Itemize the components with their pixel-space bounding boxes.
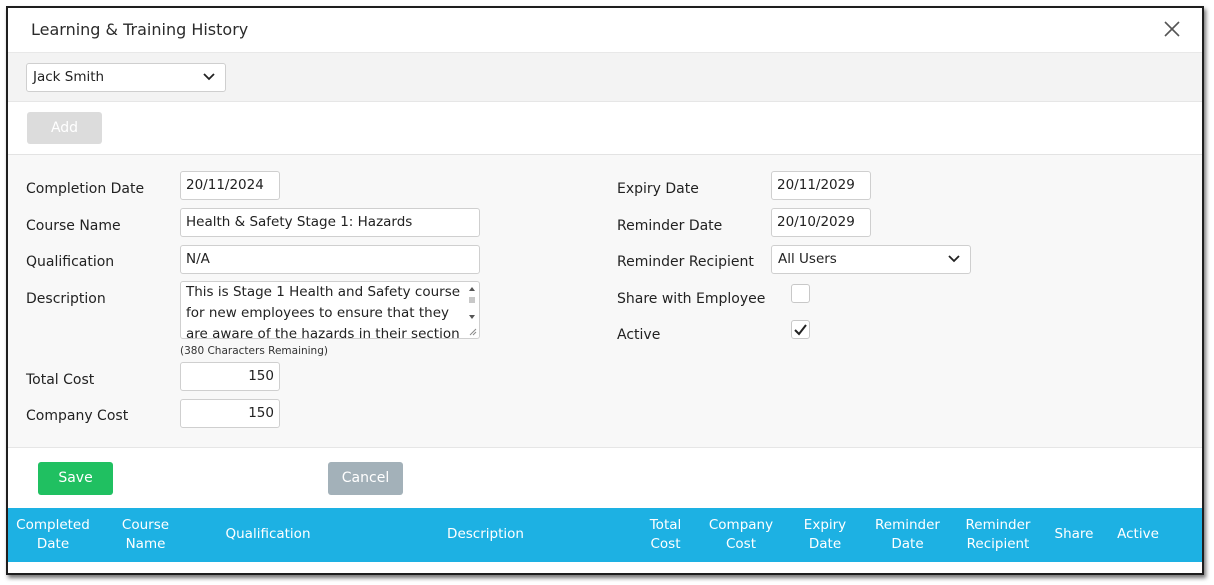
company-cost-field[interactable]: 150 — [180, 399, 280, 428]
col-reminder-date-line1: Reminder — [875, 517, 940, 533]
col-expiry-date-line2: Date — [808, 536, 842, 552]
textarea-scrollbar[interactable] — [467, 285, 477, 325]
active-checkbox[interactable] — [791, 320, 810, 339]
employee-bar: Jack Smith — [8, 53, 1202, 102]
col-reminder-recipient-line2: Recipient — [966, 536, 1030, 552]
col-total-cost[interactable]: Total Cost — [638, 516, 693, 554]
active-label: Active — [617, 327, 661, 343]
table-body — [8, 562, 1202, 573]
col-active[interactable]: Active — [1108, 525, 1168, 544]
col-company-cost[interactable]: Company Cost — [706, 516, 776, 554]
col-course-name[interactable]: Course Name — [113, 516, 178, 554]
share-with-employee-checkbox[interactable] — [791, 284, 810, 303]
col-completed-date-line1: Completed — [16, 517, 90, 533]
col-course-name-line2: Name — [125, 536, 166, 552]
total-cost-field[interactable]: 150 — [180, 362, 280, 391]
dialog-title: Learning & Training History — [31, 20, 249, 39]
expiry-date-label: Expiry Date — [617, 181, 699, 197]
employee-select[interactable]: Jack Smith — [26, 63, 226, 92]
reminder-recipient-select[interactable]: All Users — [771, 245, 971, 274]
col-company-cost-line2: Cost — [725, 536, 756, 552]
course-name-field[interactable]: Health & Safety Stage 1: Hazards — [180, 208, 480, 237]
course-name-label: Course Name — [26, 218, 121, 234]
description-textarea[interactable]: This is Stage 1 Health and Safety course… — [180, 281, 480, 339]
completion-date-label: Completion Date — [26, 181, 145, 197]
company-cost-label: Company Cost — [26, 408, 129, 424]
reminder-date-label: Reminder Date — [617, 218, 723, 234]
training-history-dialog: Learning & Training History Jack Smith A… — [6, 6, 1204, 575]
description-text: This is Stage 1 Health and Safety course… — [186, 284, 461, 339]
form-actions: Save Cancel — [8, 448, 1202, 508]
reminder-date-field[interactable]: 20/10/2029 — [771, 208, 871, 237]
checkmark-icon — [794, 324, 807, 336]
total-cost-label: Total Cost — [26, 372, 95, 388]
save-button[interactable]: Save — [38, 462, 113, 495]
col-reminder-recipient[interactable]: Reminder Recipient — [958, 516, 1038, 554]
employee-select-value: Jack Smith — [33, 69, 105, 85]
col-reminder-recipient-line1: Reminder — [965, 517, 1031, 533]
col-completed-date[interactable]: Completed Date — [13, 516, 93, 554]
col-reminder-date-line2: Date — [891, 536, 924, 552]
reminder-recipient-label: Reminder Recipient — [617, 254, 754, 270]
close-icon[interactable] — [1162, 19, 1182, 39]
add-bar: Add — [8, 102, 1202, 155]
characters-remaining: (380 Characters Remaining) — [180, 345, 328, 357]
col-reminder-date[interactable]: Reminder Date — [870, 516, 945, 554]
col-completed-date-line2: Date — [36, 536, 70, 552]
qualification-label: Qualification — [26, 254, 115, 270]
history-table-header: Completed Date Course Name Qualification… — [8, 508, 1202, 562]
description-label: Description — [26, 291, 106, 307]
col-qualification[interactable]: Qualification — [208, 525, 328, 544]
col-expiry-date-line1: Expiry — [803, 517, 847, 533]
col-course-name-line1: Course — [121, 517, 170, 533]
col-total-cost-line1: Total — [649, 517, 682, 533]
expiry-date-field[interactable]: 20/11/2029 — [771, 171, 871, 200]
resize-handle-icon[interactable] — [469, 328, 477, 336]
share-with-employee-label: Share with Employee — [617, 291, 766, 307]
col-description[interactable]: Description — [428, 525, 543, 544]
col-company-cost-line1: Company — [708, 517, 774, 533]
col-total-cost-line2: Cost — [650, 536, 681, 552]
completion-date-field[interactable]: 20/11/2024 — [180, 171, 280, 200]
chevron-down-icon — [203, 73, 215, 81]
cancel-button[interactable]: Cancel — [328, 462, 403, 495]
col-share[interactable]: Share — [1048, 525, 1100, 544]
col-expiry-date[interactable]: Expiry Date — [795, 516, 855, 554]
add-button[interactable]: Add — [27, 112, 102, 144]
reminder-recipient-value: All Users — [778, 251, 837, 267]
dialog-header: Learning & Training History — [8, 8, 1202, 53]
chevron-down-icon — [948, 255, 960, 263]
qualification-field[interactable]: N/A — [180, 245, 480, 274]
training-form: Completion Date 20/11/2024 Course Name H… — [8, 155, 1202, 448]
